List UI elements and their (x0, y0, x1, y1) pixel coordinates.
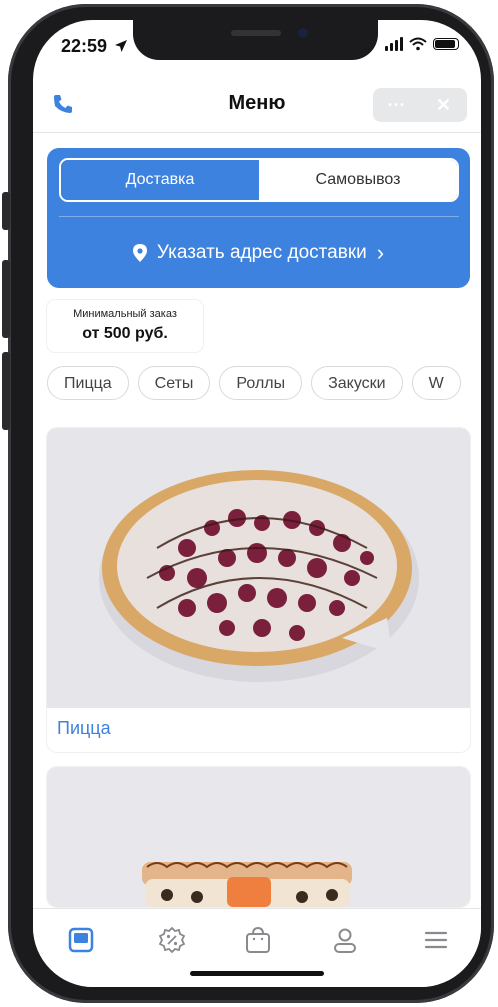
battery-icon (433, 38, 459, 50)
status-indicators (385, 37, 459, 51)
status-time: 22:59 (61, 36, 128, 57)
min-order-label: Минимальный заказ (73, 308, 177, 320)
hamburger-icon[interactable] (421, 925, 451, 955)
category-card-pizza[interactable]: Пицца (47, 428, 470, 752)
profile-icon[interactable] (330, 925, 360, 955)
chip-rolls[interactable]: Роллы (219, 366, 303, 400)
cellular-signal-icon (385, 37, 403, 51)
location-pin-icon (132, 244, 147, 262)
volume-down-button (2, 352, 10, 430)
min-order-badge: Минимальный заказ от 500 руб. (47, 300, 203, 352)
category-card-sets[interactable] (47, 767, 470, 907)
address-button[interactable]: Указать адрес доставки › (47, 240, 470, 266)
app-screen: 22:59 Меню ··· ✕ Доставка Самовывоз Указ… (33, 20, 481, 987)
more-button[interactable]: ··· (373, 88, 420, 122)
volume-up-button (2, 260, 10, 338)
chip-more[interactable]: W (411, 366, 461, 400)
category-chips: Пицца Сеты Роллы Закуски W (47, 366, 481, 406)
tab-pickup[interactable]: Самовывоз (259, 160, 457, 200)
sushi-illustration (142, 862, 352, 907)
front-camera (298, 28, 308, 38)
pizza-illustration (99, 470, 419, 682)
home-indicator[interactable] (190, 971, 324, 976)
address-label: Указать адрес доставки (156, 242, 367, 263)
percent-badge-icon[interactable] (157, 925, 187, 955)
delivery-divider (59, 216, 459, 217)
close-button[interactable]: ✕ (420, 88, 467, 122)
location-arrow-icon (115, 40, 128, 52)
chip-snacks[interactable]: Закуски (311, 366, 403, 400)
sushi-set-image (47, 767, 470, 907)
wifi-icon (409, 37, 427, 51)
mute-switch (2, 192, 10, 230)
mini-app-capsule: ··· ✕ (373, 88, 467, 122)
menu-icon[interactable] (66, 925, 96, 955)
delivery-panel: Доставка Самовывоз Указать адрес доставк… (47, 148, 470, 288)
card-caption: Пицца (57, 718, 111, 738)
header: Меню ··· ✕ (33, 82, 481, 130)
shopping-bag-icon[interactable] (243, 925, 273, 955)
notch (133, 20, 378, 60)
speaker (231, 30, 281, 36)
delivery-mode-switch: Доставка Самовывоз (59, 158, 459, 202)
chip-sets[interactable]: Сеты (137, 366, 211, 400)
chevron-right-icon: › (376, 240, 385, 265)
pizza-image (47, 428, 470, 708)
chip-pizza[interactable]: Пицца (47, 366, 129, 400)
min-order-value: от 500 руб. (82, 325, 168, 342)
header-divider (33, 132, 481, 133)
tab-delivery[interactable]: Доставка (61, 160, 259, 200)
status-time-text: 22:59 (61, 36, 108, 56)
